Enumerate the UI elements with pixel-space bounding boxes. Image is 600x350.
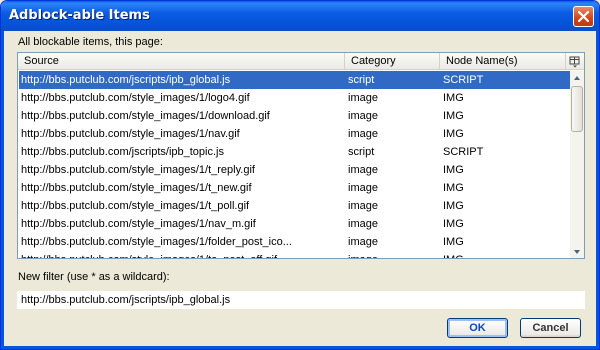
new-filter-label: New filter (use * as a wildcard): xyxy=(18,271,170,283)
window-title: Adblock-able Items xyxy=(9,8,150,23)
table-row[interactable]: http://bbs.putclub.com/jscripts/ipb_glob… xyxy=(19,71,570,89)
table-row[interactable]: http://bbs.putclub.com/style_images/1/t_… xyxy=(19,197,570,215)
column-header-node-names[interactable]: Node Name(s) xyxy=(440,53,566,70)
cell-category: image xyxy=(348,218,378,230)
table-row[interactable]: http://bbs.putclub.com/style_images/1/t_… xyxy=(19,161,570,179)
cell-source: http://bbs.putclub.com/jscripts/ipb_glob… xyxy=(21,74,231,86)
column-header-source[interactable]: Source xyxy=(18,53,345,70)
column-header-category[interactable]: Category xyxy=(345,53,440,70)
column-picker-button[interactable] xyxy=(566,53,584,70)
cell-source: http://bbs.putclub.com/style_images/1/t_… xyxy=(21,182,252,194)
cell-source: http://bbs.putclub.com/style_images/1/na… xyxy=(21,128,240,140)
cell-category: image xyxy=(348,182,378,194)
table-row[interactable]: http://bbs.putclub.com/style_images/1/to… xyxy=(19,251,570,258)
cell-node-name: IMG xyxy=(443,251,565,258)
table-row[interactable]: http://bbs.putclub.com/style_images/1/lo… xyxy=(19,89,570,107)
list-caption: All blockable items, this page: xyxy=(18,36,163,48)
table-row[interactable]: http://bbs.putclub.com/style_images/1/do… xyxy=(19,107,570,125)
window-frame-left xyxy=(1,31,4,349)
scroll-up-button[interactable] xyxy=(570,71,584,85)
list-header: Source Category Node Name(s) xyxy=(18,53,584,70)
title-bar[interactable]: Adblock-able Items xyxy=(1,1,599,31)
table-row[interactable]: http://bbs.putclub.com/style_images/1/fo… xyxy=(19,233,570,251)
window-frame-bottom xyxy=(1,346,599,349)
cancel-button[interactable]: Cancel xyxy=(520,318,581,338)
column-header-source-label: Source xyxy=(24,55,59,67)
vertical-scrollbar[interactable] xyxy=(570,71,584,258)
cell-category: image xyxy=(348,251,440,258)
cell-node-name: IMG xyxy=(443,92,464,104)
cell-category: image xyxy=(348,110,378,122)
cell-source: http://bbs.putclub.com/style_images/1/lo… xyxy=(21,92,250,104)
cell-node-name: IMG xyxy=(443,182,464,194)
cell-node-name: IMG xyxy=(443,128,464,140)
cell-node-name: IMG xyxy=(443,110,464,122)
cell-node-name: IMG xyxy=(443,218,464,230)
cell-category: image xyxy=(348,164,378,176)
cell-source: http://bbs.putclub.com/jscripts/ipb_topi… xyxy=(21,146,224,158)
cell-category: script xyxy=(348,146,375,158)
ok-button[interactable]: OK xyxy=(447,318,508,338)
cell-node-name: IMG xyxy=(443,164,464,176)
new-filter-input[interactable] xyxy=(17,291,585,309)
column-header-category-label: Category xyxy=(351,55,396,67)
cell-source: http://bbs.putclub.com/style_images/1/do… xyxy=(21,110,270,122)
table-row[interactable]: http://bbs.putclub.com/style_images/1/na… xyxy=(19,125,570,143)
window-frame-right xyxy=(596,31,599,349)
cell-category: script xyxy=(348,74,375,86)
column-picker-icon xyxy=(569,56,580,68)
cell-node-name: SCRIPT xyxy=(443,74,484,86)
cell-source: http://bbs.putclub.com/style_images/1/t_… xyxy=(21,164,255,176)
cell-category: image xyxy=(348,236,378,248)
cell-category: image xyxy=(348,128,378,140)
cell-source: http://bbs.putclub.com/style_images/1/t_… xyxy=(21,200,250,212)
cell-source: http://bbs.putclub.com/style_images/1/to… xyxy=(21,251,345,258)
cell-node-name: IMG xyxy=(443,200,464,212)
scroll-down-button[interactable] xyxy=(570,245,584,258)
close-icon xyxy=(578,11,589,22)
cell-source: http://bbs.putclub.com/style_images/1/na… xyxy=(21,218,256,230)
scroll-up-arrow-icon xyxy=(574,76,580,80)
scrollbar-thumb[interactable] xyxy=(571,86,583,132)
cell-source: http://bbs.putclub.com/style_images/1/fo… xyxy=(21,236,292,248)
close-button[interactable] xyxy=(573,6,594,27)
table-row[interactable]: http://bbs.putclub.com/style_images/1/t_… xyxy=(19,179,570,197)
adblock-dialog: Adblock-able Items All blockable items, … xyxy=(0,0,600,350)
cell-node-name: SCRIPT xyxy=(443,146,484,158)
column-header-node-names-label: Node Name(s) xyxy=(446,55,518,67)
scroll-down-arrow-icon xyxy=(574,250,580,254)
blockable-items-list[interactable]: Source Category Node Name(s) http://bbs.… xyxy=(17,52,585,259)
table-row[interactable]: http://bbs.putclub.com/jscripts/ipb_topi… xyxy=(19,143,570,161)
cell-category: image xyxy=(348,200,378,212)
cell-node-name: IMG xyxy=(443,236,464,248)
cell-category: image xyxy=(348,92,378,104)
list-rows: http://bbs.putclub.com/jscripts/ipb_glob… xyxy=(18,71,570,258)
table-row[interactable]: http://bbs.putclub.com/style_images/1/na… xyxy=(19,215,570,233)
